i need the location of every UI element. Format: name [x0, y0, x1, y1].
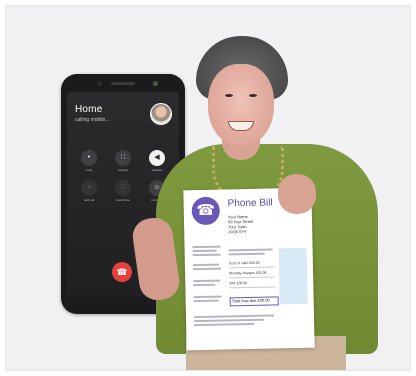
- image-frame: Home calling mobile... • mute ∷ keypad ◀…: [5, 5, 411, 371]
- person-right-hand: [278, 174, 316, 214]
- bill-amount-row: Cost of calls £00.00: [228, 260, 275, 269]
- add-call-icon: +: [86, 184, 92, 191]
- add-call-button[interactable]: +: [81, 180, 97, 196]
- call-status: calling mobile...: [75, 117, 110, 123]
- left-eye: [225, 94, 233, 97]
- end-call-button[interactable]: ☎: [112, 262, 132, 282]
- text-line: [194, 322, 255, 326]
- text-line: [193, 279, 221, 282]
- bill-title: Phone Bill: [227, 197, 273, 210]
- bill-amount-row: VAT £00.00: [229, 280, 276, 289]
- phone-logo-icon: ☎: [191, 196, 221, 226]
- mute-label: mute: [85, 168, 93, 172]
- text-line: [192, 245, 221, 248]
- keypad-icon: ∷: [120, 154, 126, 161]
- mute-button[interactable]: •: [81, 150, 97, 166]
- facetime-button[interactable]: □: [115, 180, 131, 196]
- speaker-icon: ◀: [154, 154, 160, 161]
- right-eye: [249, 94, 257, 97]
- text-line: [193, 295, 222, 298]
- person-face: [208, 64, 274, 146]
- bill-info-panel: [278, 247, 308, 305]
- text-line: [193, 299, 219, 302]
- bill-total: Total now due £00.00: [229, 296, 279, 307]
- keypad-label: keypad: [118, 168, 128, 172]
- speaker-button[interactable]: ◀: [149, 150, 165, 166]
- facetime-icon: □: [120, 184, 126, 191]
- text-line: [228, 248, 273, 251]
- status-bar: [71, 94, 175, 100]
- text-line: [192, 249, 217, 252]
- text-line: [193, 283, 216, 286]
- bill-address: Your Name 00 Your Street Your Town XX00 …: [228, 214, 254, 235]
- caller-name: Home: [75, 104, 103, 115]
- proximity-sensor: [153, 81, 158, 86]
- end-call-icon: ☎: [116, 267, 128, 277]
- text-line: [192, 253, 221, 256]
- address-line: XX00 0YY: [228, 229, 247, 235]
- bill-amount-row: Monthly charges £00.00: [229, 270, 276, 279]
- caller-avatar: [150, 103, 172, 125]
- text-line: [194, 318, 265, 322]
- front-camera: [97, 81, 102, 86]
- text-line: [193, 314, 274, 318]
- text-line: [192, 267, 221, 270]
- keypad-button[interactable]: ∷: [115, 150, 131, 166]
- text-line: [228, 252, 265, 255]
- facetime-label: FaceTime: [116, 198, 130, 202]
- add-call-label: add call: [83, 198, 95, 202]
- speaker-label: speaker: [151, 168, 163, 172]
- text-line: [192, 263, 219, 266]
- microphone-icon: •: [87, 154, 91, 161]
- earpiece-speaker: [111, 82, 135, 85]
